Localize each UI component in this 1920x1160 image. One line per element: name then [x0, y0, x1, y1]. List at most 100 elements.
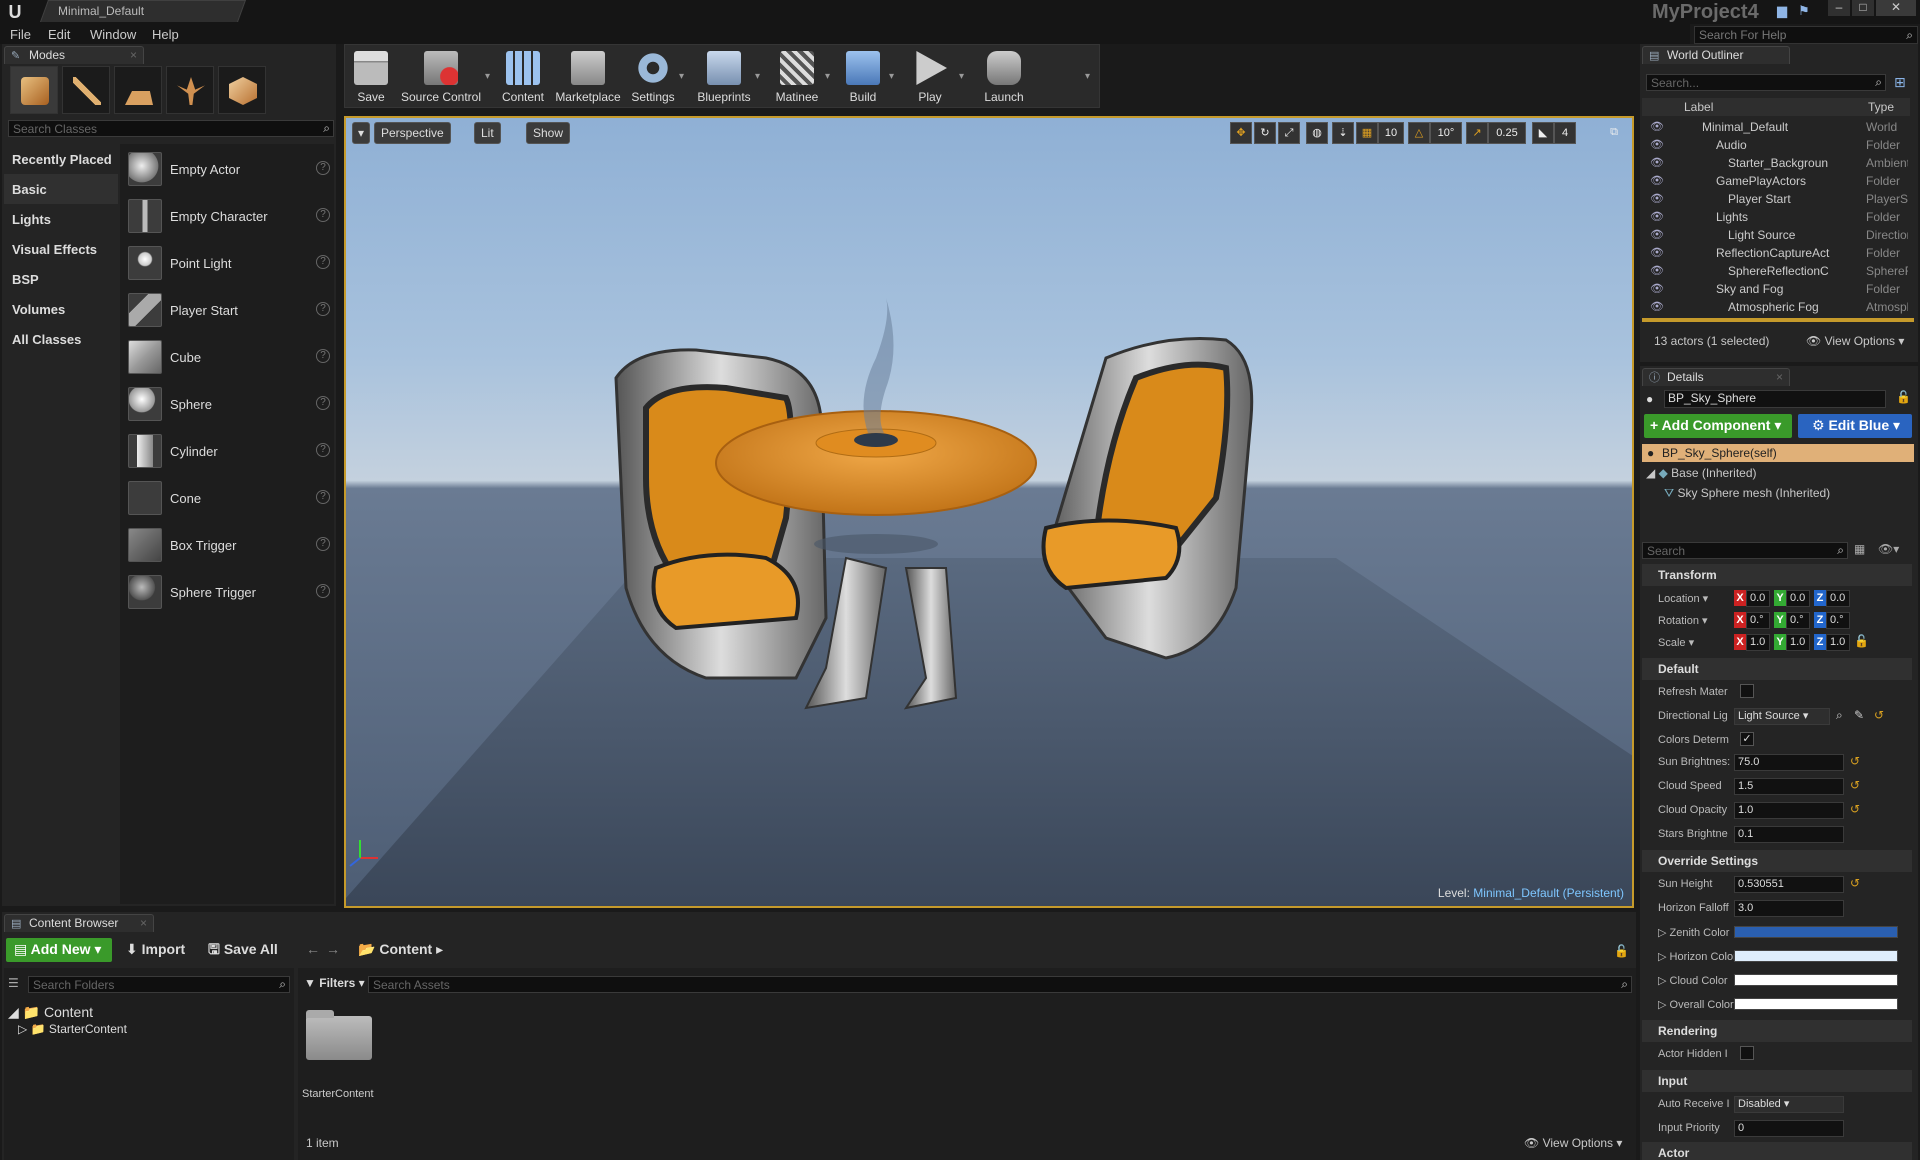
- cloud-speed-input[interactable]: 1.5: [1734, 778, 1844, 795]
- col-label[interactable]: Label: [1684, 100, 1713, 114]
- component-base-row[interactable]: ◢ ◆ Base (Inherited): [1646, 466, 1757, 480]
- place-item-sphere-trigger[interactable]: Sphere Trigger ?: [124, 573, 334, 611]
- back-arrow-icon[interactable]: ←: [306, 938, 320, 962]
- show-button[interactable]: Show: [526, 122, 571, 144]
- location-y-input[interactable]: 0.0: [1786, 590, 1810, 607]
- help-icon[interactable]: ?: [316, 302, 330, 316]
- rendering-section[interactable]: Rendering: [1642, 1020, 1912, 1042]
- outliner-row[interactable]: 👁 Atmospheric Fog Atmospheric: [1642, 298, 1908, 316]
- search-assets-input[interactable]: Search Assets ⌕: [368, 976, 1632, 993]
- camera-speed-icon[interactable]: ◣: [1532, 122, 1554, 144]
- actor-hidden-checkbox[interactable]: [1740, 1046, 1754, 1060]
- outliner-row[interactable]: 👁 Sky and Fog Folder: [1642, 280, 1908, 298]
- level-viewport[interactable]: ▾ Perspective Lit Show ✥ ↻ ⤢ ◍ ⇣ ▦ 10 △ …: [344, 116, 1634, 908]
- cloud-opacity-input[interactable]: 1.0: [1734, 802, 1844, 819]
- category-volumes[interactable]: Volumes: [4, 294, 118, 324]
- category-visual-effects[interactable]: Visual Effects: [4, 234, 118, 264]
- chevron-down-icon[interactable]: ▾: [755, 71, 760, 82]
- tab-world-outliner[interactable]: ▤ World Outliner: [1642, 46, 1790, 64]
- menu-edit[interactable]: Edit: [48, 27, 70, 42]
- rotation-x-input[interactable]: 0.°: [1746, 612, 1770, 629]
- outliner-row[interactable]: 👁 GamePlayActors Folder: [1642, 172, 1908, 190]
- add-new-button[interactable]: ▤ Add New ▾: [6, 938, 112, 962]
- grid-snap-value[interactable]: 10: [1378, 122, 1404, 144]
- eye-icon[interactable]: 👁: [1650, 210, 1664, 223]
- close-tab-icon[interactable]: ×: [1776, 369, 1783, 385]
- rotation-z-input[interactable]: 0.°: [1826, 612, 1850, 629]
- outliner-row[interactable]: 👁 SphereReflectionC SphereReflec: [1642, 262, 1908, 280]
- lock-icon[interactable]: 🔓: [1614, 944, 1629, 958]
- eye-icon[interactable]: 👁: [1650, 156, 1664, 169]
- eye-icon[interactable]: 👁: [1650, 300, 1664, 313]
- rotate-tool-icon[interactable]: ↻: [1254, 122, 1276, 144]
- category-basic[interactable]: Basic: [4, 174, 118, 204]
- place-item-point-light[interactable]: Point Light ?: [124, 244, 334, 282]
- override-settings-section[interactable]: Override Settings: [1642, 850, 1912, 872]
- chevron-down-icon[interactable]: ▾: [1085, 71, 1090, 82]
- default-section[interactable]: Default: [1642, 658, 1912, 680]
- translate-tool-icon[interactable]: ✥: [1230, 122, 1252, 144]
- eye-icon[interactable]: 👁: [1650, 174, 1664, 187]
- close-tab-icon[interactable]: ×: [130, 47, 137, 63]
- transform-section[interactable]: Transform: [1642, 564, 1912, 586]
- cb-view-options[interactable]: 👁 View Options ▾: [1524, 1136, 1622, 1150]
- tree-starter-row[interactable]: ▷ 📁 StarterContent: [18, 1022, 127, 1036]
- horizon-color-label[interactable]: ▷ Horizon Color: [1658, 950, 1740, 963]
- build-button[interactable]: Build: [839, 47, 887, 107]
- marketplace-button[interactable]: Marketplace: [553, 47, 623, 107]
- perspective-button[interactable]: Perspective: [374, 122, 451, 144]
- search-folders-input[interactable]: Search Folders ⌕: [28, 976, 290, 993]
- edit-blueprint-button[interactable]: ⚙ Edit Blue ▾: [1798, 414, 1912, 438]
- scale-z-input[interactable]: 1.0: [1826, 634, 1850, 651]
- launch-button[interactable]: Launch: [973, 47, 1035, 107]
- help-icon[interactable]: ?: [316, 161, 330, 175]
- scale-x-input[interactable]: 1.0: [1746, 634, 1770, 651]
- rotation-y-input[interactable]: 0.°: [1786, 612, 1810, 629]
- sources-panel-icon[interactable]: ☰: [8, 976, 19, 990]
- place-item-cylinder[interactable]: Cylinder ?: [124, 432, 334, 470]
- tab-modes[interactable]: ✎ Modes ×: [4, 46, 144, 64]
- outliner-row[interactable]: 👁 Light Source DirectionalL: [1642, 226, 1908, 244]
- lock-icon[interactable]: 🔓: [1896, 390, 1911, 404]
- component-mesh-row[interactable]: ⛛ Sky Sphere mesh (Inherited): [1664, 486, 1830, 501]
- menu-help[interactable]: Help: [152, 27, 179, 42]
- rotation-label[interactable]: Rotation ▾: [1658, 614, 1740, 627]
- mode-landscape[interactable]: [114, 66, 162, 114]
- content-button[interactable]: Content: [499, 47, 547, 107]
- place-item-empty-character[interactable]: Empty Character ?: [124, 197, 334, 235]
- add-component-button[interactable]: + Add Component ▾: [1644, 414, 1792, 438]
- chat-icon[interactable]: ▆: [1774, 3, 1790, 19]
- picker-icon[interactable]: ✎: [1854, 708, 1864, 722]
- chevron-down-icon[interactable]: ▾: [485, 71, 490, 82]
- outliner-search-input[interactable]: Search... ⌕: [1646, 74, 1886, 91]
- outliner-row[interactable]: 👁 ReflectionCaptureAct Folder: [1642, 244, 1908, 262]
- actor-section[interactable]: Actor: [1642, 1142, 1912, 1160]
- outliner-row[interactable]: 👁 Starter_Backgroun AmbientSou: [1642, 154, 1908, 172]
- zenith-color-label[interactable]: ▷ Zenith Color: [1658, 926, 1740, 939]
- close-tab-icon[interactable]: ×: [140, 915, 147, 931]
- reset-icon[interactable]: ↺: [1850, 778, 1860, 792]
- source-control-button[interactable]: Source Control: [397, 47, 485, 107]
- help-icon[interactable]: ?: [316, 443, 330, 457]
- blueprints-button[interactable]: Blueprints: [693, 47, 755, 107]
- tree-content-row[interactable]: ◢ 📁 Content: [8, 1004, 93, 1021]
- chevron-down-icon[interactable]: ▾: [679, 71, 684, 82]
- cloud-color-label[interactable]: ▷ Cloud Color: [1658, 974, 1740, 987]
- help-icon[interactable]: ?: [316, 396, 330, 410]
- tab-details[interactable]: ⓘ Details ×: [1642, 368, 1790, 386]
- eye-icon[interactable]: 👁: [1650, 264, 1664, 277]
- import-button[interactable]: ⬇ Import: [126, 938, 185, 962]
- location-label[interactable]: Location ▾: [1658, 592, 1740, 605]
- camera-speed-value[interactable]: 4: [1554, 122, 1576, 144]
- directional-light-dropdown[interactable]: Light Source ▾: [1734, 708, 1830, 725]
- sun-height-input[interactable]: 0.530551: [1734, 876, 1844, 893]
- chevron-down-icon[interactable]: ▾: [959, 71, 964, 82]
- eye-icon[interactable]: 👁: [1650, 228, 1664, 241]
- horizon-color-swatch[interactable]: [1734, 950, 1898, 962]
- overall-color-label[interactable]: ▷ Overall Color: [1658, 998, 1740, 1011]
- forward-arrow-icon[interactable]: →: [326, 938, 340, 962]
- lit-button[interactable]: Lit: [474, 122, 501, 144]
- scale-snap-value[interactable]: 0.25: [1488, 122, 1526, 144]
- location-z-input[interactable]: 0.0: [1826, 590, 1850, 607]
- grid-snap-icon[interactable]: ▦: [1356, 122, 1378, 144]
